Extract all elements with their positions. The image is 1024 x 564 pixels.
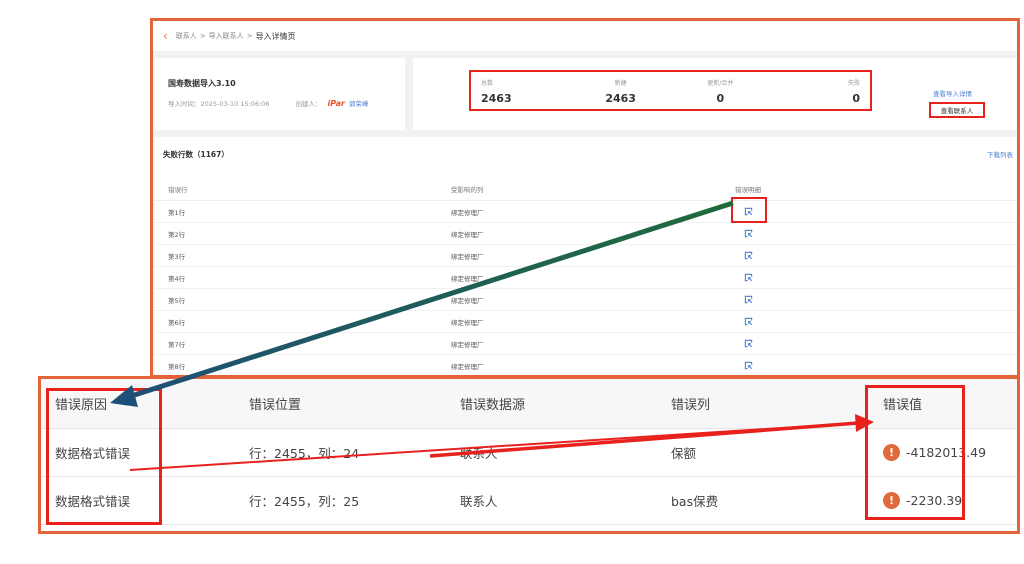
column-header-error-column: 错误列 [671, 398, 711, 413]
creator-name[interactable]: 郭荣峰 [349, 98, 369, 108]
stat-created-label: 新建 [614, 80, 627, 87]
error-row-cell: 第7行 [168, 340, 186, 349]
view-detail-icon[interactable] [744, 251, 753, 260]
view-detail-icon[interactable] [744, 295, 753, 304]
affected-column-cell: 绑定修理厂 [451, 362, 484, 371]
table-row: 第2行 绑定修理厂 [155, 223, 1017, 245]
error-reason-highlight [46, 388, 162, 525]
import-detail-screenshot: ‹ 联系人 > 导入联系人 > 导入详情页 国寿数据导入3.10 导入时间：20… [150, 18, 1020, 378]
breadcrumb-separator: > [199, 32, 206, 40]
stat-updated: 更新/合并 0 [671, 72, 771, 109]
stat-created-value: 2463 [605, 92, 636, 105]
table-row: 第7行 绑定修理厂 [155, 333, 1017, 355]
company-logo: iPar [327, 98, 345, 108]
stat-updated-label: 更新/合并 [707, 80, 734, 87]
error-detail-screenshot: 错误原因 错误位置 错误数据源 错误列 错误值 数据格式错误 行：2455，列：… [38, 376, 1020, 534]
stats-highlight-box: 总数 2463 新建 2463 更新/合并 0 失败 0 [469, 70, 872, 111]
stat-total: 总数 2463 [471, 72, 571, 109]
error-row-cell: 第4行 [168, 274, 186, 283]
table-row: 第4行 绑定修理厂 [155, 267, 1017, 289]
import-meta: 导入时间：2025-03-10 15:06:06 创建人： iPar 郭荣峰 [168, 98, 405, 109]
view-detail-icon[interactable] [744, 361, 753, 370]
error-source-cell: 联系人 [460, 494, 498, 509]
view-detail-icon[interactable] [744, 317, 753, 326]
affected-column-cell: 绑定修理厂 [451, 252, 484, 261]
view-detail-icon[interactable] [744, 229, 753, 238]
stat-total-label: 总数 [481, 80, 494, 87]
breadcrumb-current: 导入详情页 [255, 31, 296, 41]
table-row: 第1行 绑定修理厂 [155, 201, 1017, 223]
error-row-cell: 第1行 [168, 208, 186, 217]
import-stats-card: 总数 2463 新建 2463 更新/合并 0 失败 0 查看导入详情 查看联系… [413, 58, 1017, 130]
table-row: 第5行 绑定修理厂 [155, 289, 1017, 311]
error-row-cell: 第8行 [168, 362, 186, 371]
column-header-affected-column: 受影响的列 [451, 185, 484, 194]
view-detail-icon[interactable] [744, 273, 753, 282]
breadcrumb: ‹ 联系人 > 导入联系人 > 导入详情页 [153, 21, 1017, 51]
error-value-highlight [865, 385, 965, 520]
table-row: 第8行 绑定修理厂 [155, 355, 1017, 375]
column-header-error-row: 错误行 [168, 185, 188, 194]
stat-failed: 失败 0 [770, 72, 870, 109]
error-position-cell: 行：2455，列：24 [249, 446, 360, 461]
error-row-cell: 第6行 [168, 318, 186, 327]
affected-column-cell: 绑定修理厂 [451, 230, 484, 239]
stat-failed-label: 失败 [847, 80, 860, 87]
creator-label: 创建人： [295, 100, 322, 108]
download-list-link[interactable]: 下载列表 [987, 149, 1013, 159]
error-row-cell: 第5行 [168, 296, 186, 305]
error-position-cell: 行：2455，列：25 [249, 494, 360, 509]
error-row-cell: 第3行 [168, 252, 186, 261]
column-header-error-source: 错误数据源 [460, 398, 526, 413]
failed-rows-card: 失败行数（1167） 下载列表 错误行 受影响的列 错误明细 第1行 绑定修理厂… [155, 137, 1017, 375]
import-title: 国寿数据导入3.10 [168, 79, 236, 88]
stat-failed-value: 0 [852, 92, 860, 105]
first-row-detail-highlight [731, 197, 767, 223]
view-detail-icon[interactable] [744, 339, 753, 348]
view-import-detail-link[interactable]: 查看导入详情 [933, 88, 972, 98]
chevron-left-icon[interactable]: ‹ [163, 30, 168, 42]
breadcrumb-import-contacts[interactable]: 导入联系人 [209, 31, 244, 41]
error-row-cell: 第2行 [168, 230, 186, 239]
affected-column-cell: 绑定修理厂 [451, 318, 484, 327]
stat-created: 新建 2463 [571, 72, 671, 109]
affected-column-cell: 绑定修理厂 [451, 296, 484, 305]
failed-rows-header: 错误行 受影响的列 错误明细 [155, 177, 1017, 201]
error-source-cell: 联系人 [460, 446, 498, 461]
stat-updated-value: 0 [716, 92, 725, 105]
affected-column-cell: 绑定修理厂 [451, 274, 484, 283]
table-row: 第6行 绑定修理厂 [155, 311, 1017, 333]
breadcrumb-separator: > [246, 32, 253, 40]
import-time: 导入时间：2025-03-10 15:06:06 [168, 100, 270, 108]
column-header-error-position: 错误位置 [249, 398, 302, 413]
view-contacts-button[interactable]: 查看联系人 [929, 102, 985, 118]
affected-column-cell: 绑定修理厂 [451, 340, 484, 349]
error-column-cell: 保额 [671, 446, 697, 461]
stat-total-value: 2463 [481, 92, 512, 105]
failed-rows-title: 失败行数（1167） [163, 150, 229, 159]
table-row: 第3行 绑定修理厂 [155, 245, 1017, 267]
breadcrumb-contacts[interactable]: 联系人 [176, 31, 197, 41]
error-column-cell: bas保费 [671, 494, 719, 509]
affected-column-cell: 绑定修理厂 [451, 208, 484, 217]
import-info-card: 国寿数据导入3.10 导入时间：2025-03-10 15:06:06 创建人：… [155, 58, 405, 130]
